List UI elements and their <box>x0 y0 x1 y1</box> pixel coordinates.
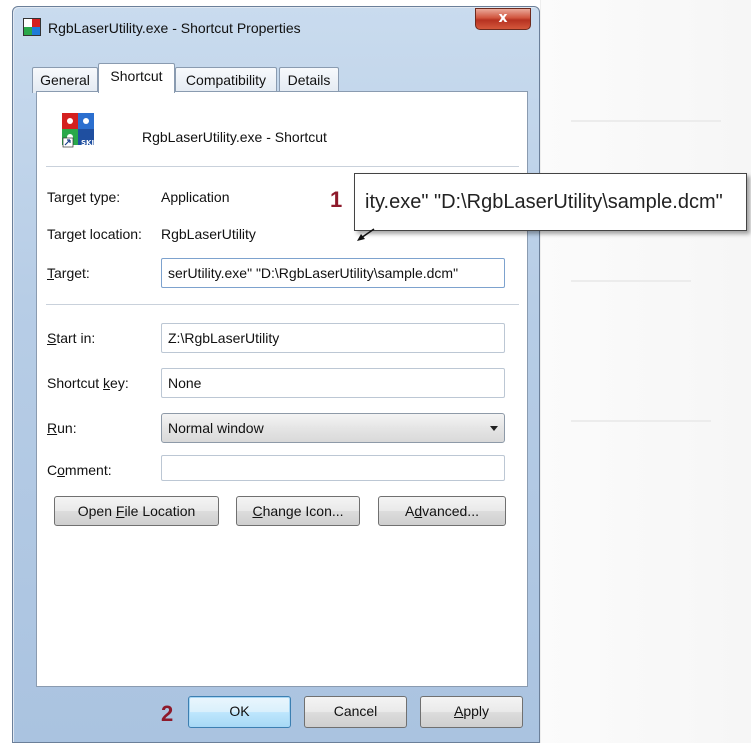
background-window <box>540 0 751 743</box>
tab-general[interactable]: General <box>32 67 98 93</box>
callout-arrow-icon <box>357 228 375 241</box>
close-button[interactable]: x <box>475 8 531 30</box>
shortcut-key-input[interactable]: None <box>161 368 505 398</box>
target-type-value: Application <box>161 189 230 205</box>
run-label: Run: <box>47 420 77 436</box>
window-title: RgbLaserUtility.exe - Shortcut Propertie… <box>48 20 301 36</box>
target-location-label: Target location: <box>47 226 142 242</box>
ok-button[interactable]: OK <box>188 696 291 728</box>
tab-details[interactable]: Details <box>279 67 339 93</box>
tab-compatibility[interactable]: Compatibility <box>175 67 277 93</box>
properties-dialog: RgbLaserUtility.exe - Shortcut Propertie… <box>12 6 540 743</box>
shortcut-app-icon: SKI <box>62 113 94 148</box>
chevron-down-icon <box>490 426 498 431</box>
change-icon-button[interactable]: Change Icon... <box>236 496 360 526</box>
open-file-location-button[interactable]: Open File Location <box>54 496 219 526</box>
start-in-input[interactable]: Z:\RgbLaserUtility <box>161 323 505 353</box>
comment-input[interactable] <box>161 455 505 481</box>
advanced-button[interactable]: Advanced... <box>378 496 506 526</box>
title-bar[interactable]: RgbLaserUtility.exe - Shortcut Propertie… <box>13 7 539 43</box>
comment-label: Comment: <box>47 462 112 478</box>
divider <box>46 304 519 305</box>
target-label: Target: <box>47 265 90 281</box>
apply-button[interactable]: Apply <box>420 696 523 728</box>
cancel-button[interactable]: Cancel <box>304 696 407 728</box>
app-icon <box>23 18 41 36</box>
target-input[interactable]: serUtility.exe" "D:\RgbLaserUtility\samp… <box>161 258 505 288</box>
run-select[interactable]: Normal window <box>161 413 505 443</box>
step-2-marker: 2 <box>161 701 174 726</box>
tab-shortcut[interactable]: Shortcut <box>98 63 175 93</box>
divider <box>46 166 519 167</box>
icon-label: SKI <box>81 139 94 147</box>
target-type-label: Target type: <box>47 189 121 205</box>
target-zoom-callout: ity.exe" "D:\RgbLaserUtility\sample.dcm" <box>354 173 747 231</box>
shortcut-name: RgbLaserUtility.exe - Shortcut <box>142 129 327 145</box>
run-select-value: Normal window <box>168 420 264 436</box>
shortcut-key-label: Shortcut key: <box>47 375 129 391</box>
step-1-marker: 1 <box>330 187 343 212</box>
start-in-label: Start in: <box>47 330 96 346</box>
target-location-value: RgbLaserUtility <box>161 226 256 242</box>
